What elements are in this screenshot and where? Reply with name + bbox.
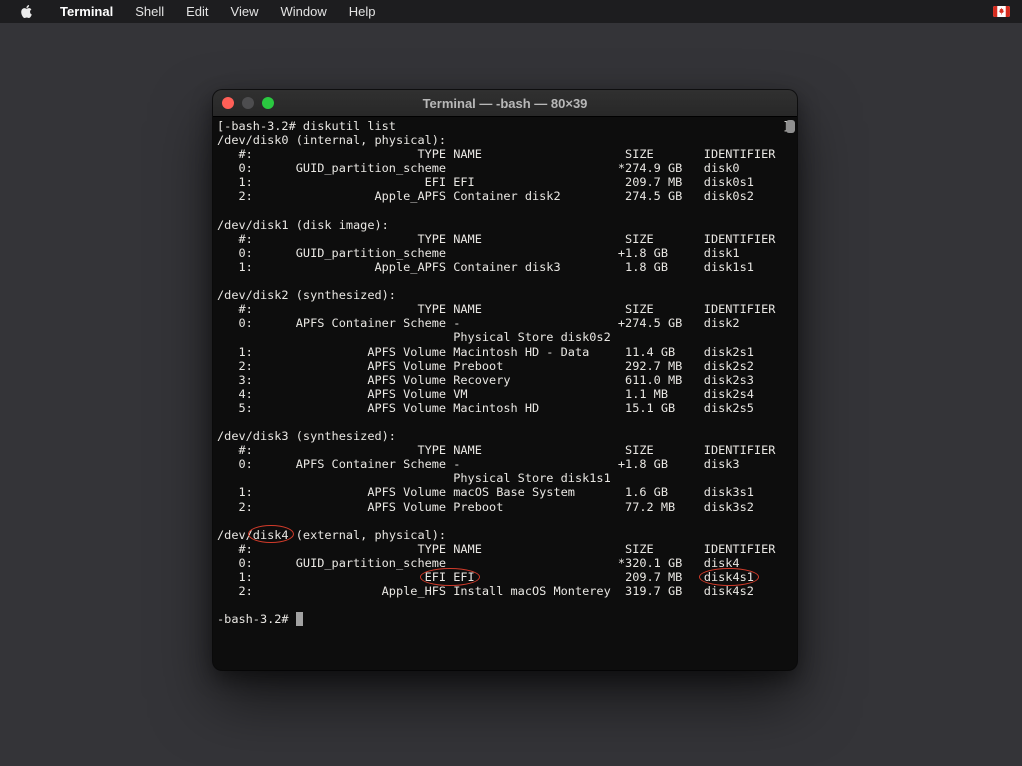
terminal-line bbox=[217, 514, 797, 528]
menu-item-view[interactable]: View bbox=[220, 4, 270, 19]
terminal-line: 0: GUID_partition_scheme *274.9 GB disk0 bbox=[217, 161, 797, 175]
menu-item-terminal[interactable]: Terminal bbox=[49, 4, 124, 19]
terminal-line: #: TYPE NAME SIZE IDENTIFIER bbox=[217, 302, 797, 316]
terminal-line: 5: APFS Volume Macintosh HD 15.1 GB disk… bbox=[217, 401, 797, 415]
terminal-line: 1: Apple_APFS Container disk3 1.8 GB dis… bbox=[217, 260, 797, 274]
close-button[interactable] bbox=[222, 97, 234, 109]
terminal-line: 1: APFS Volume Macintosh HD - Data 11.4 … bbox=[217, 345, 797, 359]
terminal-line: #: TYPE NAME SIZE IDENTIFIER bbox=[217, 542, 797, 556]
terminal-line bbox=[217, 415, 797, 429]
input-source-menu[interactable] bbox=[993, 6, 1010, 17]
terminal-line: 2: Apple_HFS Install macOS Monterey 319.… bbox=[217, 584, 797, 598]
menu-item-window[interactable]: Window bbox=[270, 4, 338, 19]
terminal-line: 2: APFS Volume Preboot 292.7 MB disk2s2 bbox=[217, 359, 797, 373]
terminal-line: 2: APFS Volume Preboot 77.2 MB disk3s2 bbox=[217, 500, 797, 514]
terminal-line: Physical Store disk0s2 bbox=[217, 330, 797, 344]
apple-menu[interactable] bbox=[20, 5, 33, 18]
terminal-line: #: TYPE NAME SIZE IDENTIFIER bbox=[217, 147, 797, 161]
annotation-circle: disk4 bbox=[253, 528, 289, 542]
terminal-line: 4: APFS Volume VM 1.1 MB disk2s4 bbox=[217, 387, 797, 401]
terminal-line: /dev/disk4 (external, physical): bbox=[217, 528, 797, 542]
window-title-bar[interactable]: Terminal — -bash — 80×39 bbox=[213, 90, 797, 117]
annotation-circle: disk4s1 bbox=[704, 570, 754, 584]
terminal-line bbox=[217, 274, 797, 288]
terminal-line: 0: GUID_partition_scheme +1.8 GB disk1 bbox=[217, 246, 797, 260]
menu-bar: TerminalShellEditViewWindowHelp bbox=[0, 0, 1022, 23]
terminal-line: 1: EFI EFI 209.7 MB disk4s1 bbox=[217, 570, 797, 584]
terminal-line: /dev/disk1 (disk image): bbox=[217, 218, 797, 232]
terminal-line bbox=[217, 598, 797, 612]
zoom-button[interactable] bbox=[262, 97, 274, 109]
terminal-line: Physical Store disk1s1 bbox=[217, 471, 797, 485]
terminal-content[interactable]: [-bash-3.2# diskutil list ]/dev/disk0 (i… bbox=[213, 117, 797, 670]
terminal-line: 3: APFS Volume Recovery 611.0 MB disk2s3 bbox=[217, 373, 797, 387]
terminal-line: 0: APFS Container Scheme - +274.5 GB dis… bbox=[217, 316, 797, 330]
minimize-button[interactable] bbox=[242, 97, 254, 109]
terminal-line: 0: GUID_partition_scheme *320.1 GB disk4 bbox=[217, 556, 797, 570]
terminal-output: [-bash-3.2# diskutil list ]/dev/disk0 (i… bbox=[217, 119, 797, 626]
terminal-line: #: TYPE NAME SIZE IDENTIFIER bbox=[217, 232, 797, 246]
menu-items: TerminalShellEditViewWindowHelp bbox=[49, 0, 387, 23]
terminal-cursor bbox=[296, 612, 303, 626]
traffic-lights bbox=[222, 97, 274, 109]
apple-logo-icon bbox=[20, 5, 33, 18]
scrollbar-thumb[interactable] bbox=[786, 120, 795, 133]
canada-flag-icon bbox=[993, 6, 1010, 17]
menu-item-edit[interactable]: Edit bbox=[175, 4, 219, 19]
window-title: Terminal — -bash — 80×39 bbox=[423, 96, 588, 111]
terminal-line: 1: EFI EFI 209.7 MB disk0s1 bbox=[217, 175, 797, 189]
annotation-circle: EFI EFI bbox=[425, 570, 475, 584]
terminal-line: -bash-3.2# bbox=[217, 612, 797, 626]
menu-item-shell[interactable]: Shell bbox=[124, 4, 175, 19]
terminal-line: /dev/disk0 (internal, physical): bbox=[217, 133, 797, 147]
terminal-line: #: TYPE NAME SIZE IDENTIFIER bbox=[217, 443, 797, 457]
terminal-line: 2: Apple_APFS Container disk2 274.5 GB d… bbox=[217, 189, 797, 203]
terminal-line: 1: APFS Volume macOS Base System 1.6 GB … bbox=[217, 485, 797, 499]
menu-bar-status-area bbox=[993, 6, 1010, 17]
menu-item-help[interactable]: Help bbox=[338, 4, 387, 19]
terminal-line: 0: APFS Container Scheme - +1.8 GB disk3 bbox=[217, 457, 797, 471]
terminal-line bbox=[217, 204, 797, 218]
terminal-line: /dev/disk3 (synthesized): bbox=[217, 429, 797, 443]
terminal-window: Terminal — -bash — 80×39 [-bash-3.2# dis… bbox=[213, 90, 797, 670]
terminal-line: [-bash-3.2# diskutil list ] bbox=[217, 119, 797, 133]
terminal-line: /dev/disk2 (synthesized): bbox=[217, 288, 797, 302]
